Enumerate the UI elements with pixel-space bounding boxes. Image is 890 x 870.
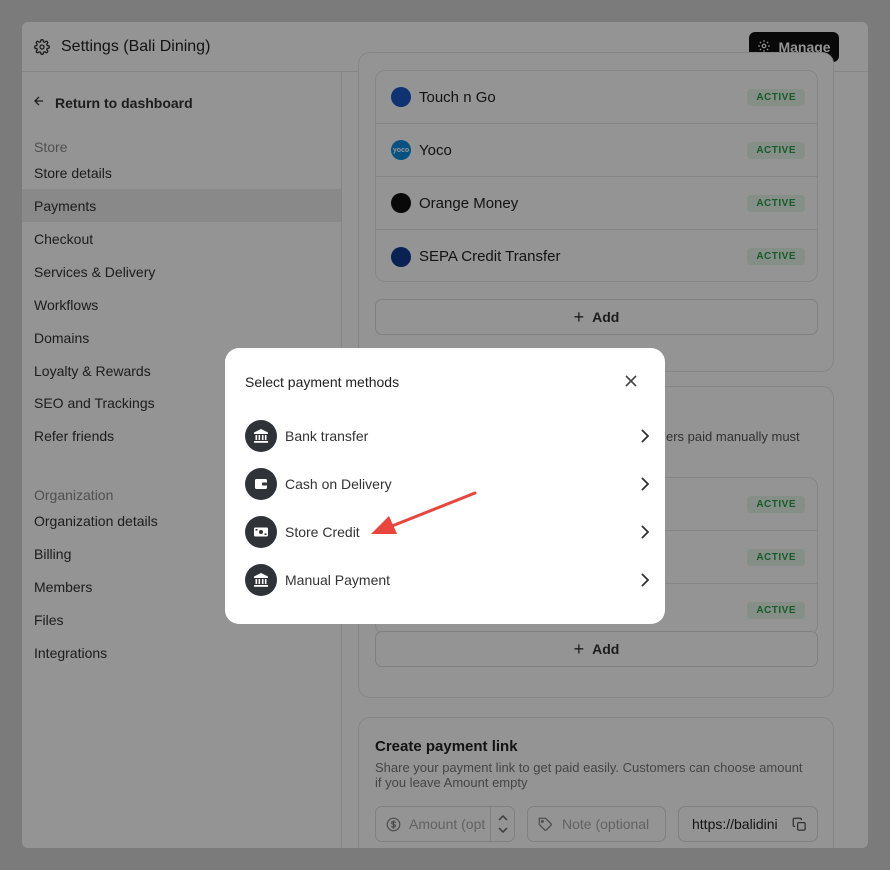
method-label: Manual Payment (285, 572, 391, 588)
chevron-right-icon (641, 429, 650, 443)
method-bank-transfer[interactable]: Bank transfer (245, 416, 650, 456)
method-label: Bank transfer (285, 428, 369, 444)
chevron-right-icon (641, 573, 650, 587)
bank-icon (245, 420, 277, 452)
select-payment-methods-modal: Select payment methods Bank transfer Cas… (225, 348, 665, 624)
bank-icon (245, 564, 277, 596)
chevron-right-icon (641, 477, 650, 491)
annotation-arrow-icon (371, 491, 477, 534)
chevron-right-icon (641, 525, 650, 539)
close-icon[interactable] (623, 373, 639, 389)
modal-title: Select payment methods (245, 374, 400, 390)
banknote-icon (245, 516, 277, 548)
method-label: Store Credit (285, 524, 360, 540)
wallet-icon (245, 468, 277, 500)
method-manual-payment[interactable]: Manual Payment (245, 560, 650, 600)
